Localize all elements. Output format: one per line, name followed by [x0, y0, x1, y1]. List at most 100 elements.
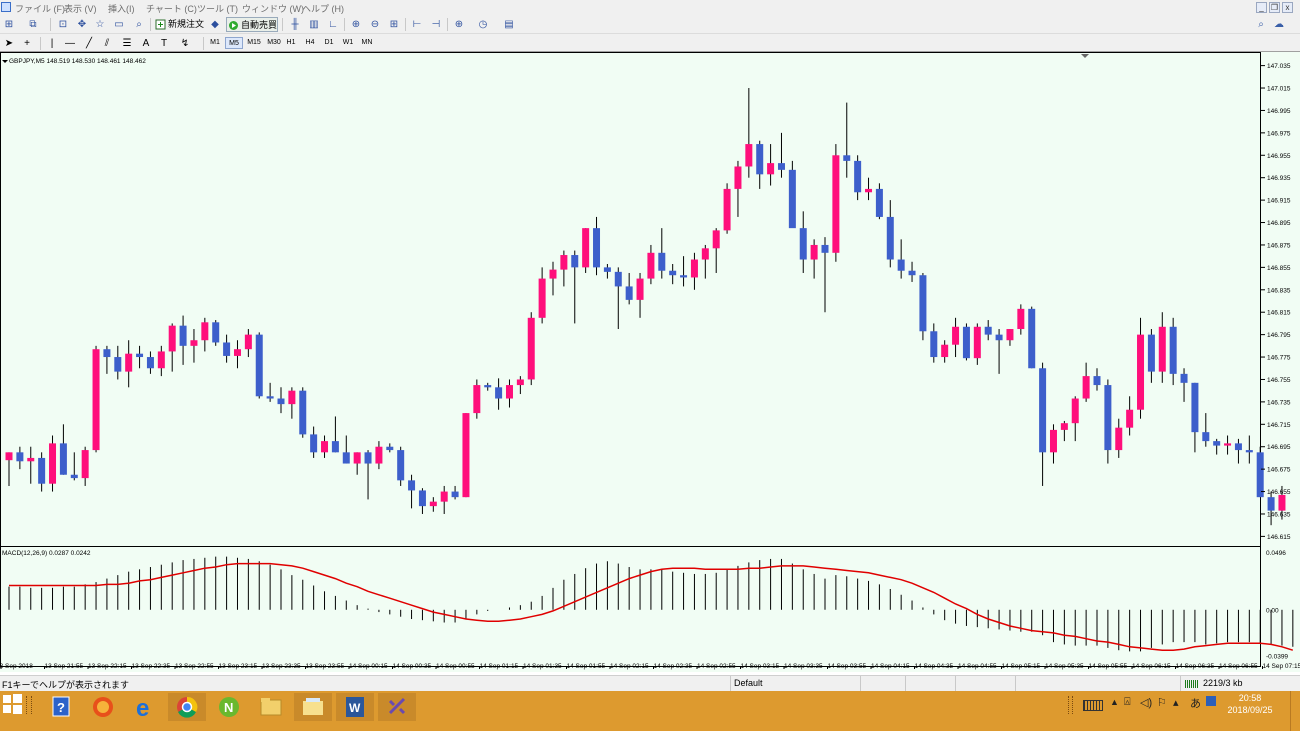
- volume-icon[interactable]: ◁): [1140, 696, 1152, 709]
- zoom-out-icon[interactable]: ⊖: [368, 18, 382, 31]
- horizontal-line-icon[interactable]: —: [63, 37, 77, 50]
- app-icon[interactable]: [1, 2, 11, 12]
- tf-m5[interactable]: M5: [225, 37, 243, 49]
- text-icon[interactable]: A: [139, 37, 153, 50]
- chart-shift-icon[interactable]: ⊢: [410, 18, 424, 31]
- crosshair-icon[interactable]: +: [20, 37, 34, 50]
- tf-mn[interactable]: MN: [358, 37, 376, 49]
- periods-icon[interactable]: ◷: [476, 18, 490, 31]
- candle-body: [255, 334, 263, 397]
- nchart-icon[interactable]: N: [210, 693, 248, 721]
- tf-h1[interactable]: H1: [282, 37, 300, 49]
- candle-body: [1017, 308, 1025, 330]
- time-label: 14 Sep 06:15: [1132, 663, 1171, 670]
- metaeditor-icon[interactable]: ◆: [208, 18, 222, 31]
- folder-icon[interactable]: [294, 693, 332, 721]
- menu-tools[interactable]: ツール (T): [197, 2, 238, 15]
- price-label: 146.835: [1267, 287, 1291, 294]
- auto-trade-button[interactable]: 自動売買: [226, 17, 279, 32]
- templates-icon[interactable]: ▤: [502, 18, 516, 31]
- price-label: 146.735: [1267, 399, 1291, 406]
- clock-date[interactable]: 2018/09/25: [1222, 705, 1278, 715]
- cursor-icon[interactable]: ➤: [2, 37, 16, 50]
- ie-icon[interactable]: e: [126, 693, 164, 722]
- menu-window[interactable]: ウィンドウ (W): [242, 2, 304, 15]
- price-label: 146.715: [1267, 422, 1291, 429]
- tf-w1[interactable]: W1: [339, 37, 357, 49]
- vertical-line-icon[interactable]: |: [45, 37, 59, 50]
- tf-m30[interactable]: M30: [264, 37, 284, 49]
- ime-icon[interactable]: [1206, 696, 1216, 706]
- clock-time[interactable]: 20:58: [1222, 693, 1278, 703]
- signal-icon[interactable]: ▴: [1173, 696, 1179, 709]
- menu-file[interactable]: ファイル (F): [15, 2, 65, 15]
- menu-help[interactable]: ヘルプ (H): [302, 2, 344, 15]
- price-chart[interactable]: GBPJPY,M5 148.519 148.530 148.461 148.46…: [0, 52, 1300, 672]
- tile-windows-icon[interactable]: ⊞: [387, 18, 401, 31]
- tf-m1[interactable]: M1: [206, 37, 224, 49]
- profiles-icon[interactable]: ⧉: [26, 18, 40, 31]
- search-icon[interactable]: ⌕: [1254, 18, 1268, 31]
- time-label: 14 Sep 02:35: [654, 663, 693, 670]
- status-help-text: F1キーでヘルプが表示されます: [2, 680, 129, 690]
- time-label: 13 Sep 22:35: [132, 663, 171, 670]
- tf-h4[interactable]: H4: [301, 37, 319, 49]
- navigator-icon[interactable]: ☆: [93, 18, 107, 31]
- menu-insert[interactable]: 挿入(I): [108, 2, 135, 15]
- chrome-icon[interactable]: [168, 693, 206, 721]
- menu-chart[interactable]: チャート (C): [146, 2, 197, 15]
- candle-body: [353, 452, 361, 464]
- indicators-icon[interactable]: ⊕: [452, 18, 466, 31]
- close-button[interactable]: x: [1282, 2, 1293, 13]
- menu-view[interactable]: 表示 (V): [64, 2, 97, 15]
- candle-body: [767, 163, 775, 175]
- line-chart-icon[interactable]: ∟: [326, 18, 340, 31]
- arrows-icon[interactable]: ↯: [178, 37, 192, 50]
- trendline-icon[interactable]: ╱: [82, 37, 96, 50]
- menu-bar: ファイル (F) 表示 (V) 挿入(I) チャート (C) ツール (T) ウ…: [0, 0, 1300, 15]
- text-label-icon[interactable]: T: [157, 37, 171, 50]
- market-watch-icon[interactable]: ⊡: [56, 18, 70, 31]
- drawing-toolbar: ➤ + | — ╱ ⫽ ☰ A T ↯ M1 M5 M15 M30 H1 H4 …: [0, 34, 1300, 52]
- time-label: 14 Sep 01:55: [567, 663, 606, 670]
- flag-icon[interactable]: ⚐: [1157, 696, 1167, 709]
- new-order-button[interactable]: 新規注文: [154, 17, 204, 32]
- zoom-in-icon[interactable]: ⊕: [349, 18, 363, 31]
- candle-body: [973, 326, 981, 359]
- candle-body: [1202, 432, 1210, 442]
- candle-body: [1169, 326, 1177, 374]
- restore-button[interactable]: ❐: [1269, 2, 1280, 13]
- windows-start-icon[interactable]: [3, 694, 23, 714]
- tf-d1[interactable]: D1: [320, 37, 338, 49]
- candle-body: [690, 259, 698, 278]
- chart-window[interactable]: GBPJPY,M5 148.519 148.530 148.461 148.46…: [0, 52, 1300, 672]
- network-icon[interactable]: ⍓: [1124, 696, 1131, 709]
- taskbar: ? e N W ▲ ⍓ ◁) ⚐ ▴ あ 20:58 2018/09/25: [0, 691, 1300, 731]
- word-icon[interactable]: W: [336, 693, 374, 721]
- tf-m15[interactable]: M15: [244, 37, 264, 49]
- tester-icon[interactable]: ⌕: [132, 18, 146, 31]
- channel-icon[interactable]: ⫽: [100, 37, 114, 50]
- show-desktop-button[interactable]: [1290, 691, 1300, 731]
- firefox-icon[interactable]: [84, 693, 122, 721]
- ime-mode-icon[interactable]: あ: [1190, 695, 1201, 711]
- new-chart-icon[interactable]: ⊞: [2, 18, 16, 31]
- status-profile: Default: [734, 678, 763, 688]
- macd-label: 0.0496: [1266, 550, 1286, 557]
- data-window-icon[interactable]: ✥: [75, 18, 89, 31]
- candle-body: [233, 349, 241, 356]
- keyboard-icon[interactable]: [1083, 700, 1103, 711]
- chat-icon[interactable]: ☁: [1272, 18, 1286, 31]
- minimize-button[interactable]: _: [1256, 2, 1267, 13]
- price-label: 146.975: [1267, 130, 1291, 137]
- bar-chart-icon[interactable]: ╫: [288, 18, 302, 31]
- candle-body: [854, 160, 862, 193]
- fibonacci-icon[interactable]: ☰: [120, 37, 134, 50]
- tray-expand-icon[interactable]: ▲: [1110, 697, 1119, 707]
- explorer-icon[interactable]: [252, 693, 290, 721]
- autoscroll-icon[interactable]: ⊣: [429, 18, 443, 31]
- candlestick-icon[interactable]: ▥: [307, 18, 321, 31]
- mt4-icon[interactable]: [378, 693, 416, 721]
- terminal-icon[interactable]: ▭: [112, 18, 126, 31]
- help-icon[interactable]: ?: [42, 693, 80, 721]
